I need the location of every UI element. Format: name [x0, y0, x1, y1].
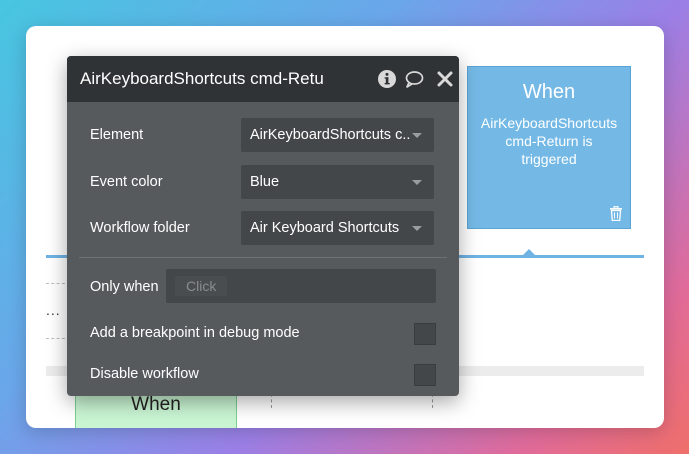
workflow-folder-dropdown-value: Air Keyboard Shortcuts — [250, 220, 400, 236]
element-dropdown[interactable]: AirKeyboardShortcuts c... — [241, 118, 434, 152]
canvas-ellipsis: ... — [46, 302, 61, 318]
event-color-label: Event color — [90, 174, 163, 190]
workflow-property-editor: AirKeyboardShortcuts cmd-Retu Element Ai… — [67, 56, 459, 396]
only-when-placeholder[interactable]: Click — [175, 276, 228, 296]
event-card[interactable]: When AirKeyboardShortcuts cmd-Return is … — [467, 66, 631, 229]
chevron-down-icon — [412, 180, 422, 185]
event-color-dropdown[interactable]: Blue — [241, 165, 434, 199]
comment-icon[interactable] — [404, 69, 424, 89]
breakpoint-checkbox[interactable] — [414, 323, 436, 345]
popup-title: AirKeyboardShortcuts cmd-Retu — [80, 69, 324, 88]
chevron-down-icon — [412, 133, 422, 138]
section-divider — [79, 257, 447, 258]
event-color-dropdown-value: Blue — [250, 174, 280, 190]
workflow-folder-label: Workflow folder — [90, 220, 190, 236]
breakpoint-label: Add a breakpoint in debug mode — [90, 325, 300, 341]
event-card-title: When — [522, 81, 576, 103]
trash-icon[interactable] — [609, 206, 623, 221]
only-when-condition-input[interactable]: Click — [166, 269, 436, 303]
close-icon[interactable] — [435, 69, 455, 89]
workflow-folder-dropdown[interactable]: Air Keyboard Shortcuts — [241, 211, 434, 245]
element-label: Element — [90, 127, 144, 143]
popup-header[interactable]: AirKeyboardShortcuts cmd-Retu — [67, 56, 459, 102]
element-dropdown-value: AirKeyboardShortcuts c... — [250, 127, 410, 143]
disable-workflow-label: Disable workflow — [90, 366, 199, 382]
event-connector-pointer — [523, 249, 535, 255]
chevron-down-icon — [412, 226, 422, 231]
disable-workflow-checkbox[interactable] — [414, 364, 436, 386]
only-when-label: Only when — [90, 279, 159, 295]
event-card-description: AirKeyboardShortcuts cmd-Return is trigg… — [480, 115, 618, 167]
info-icon[interactable] — [377, 69, 397, 89]
